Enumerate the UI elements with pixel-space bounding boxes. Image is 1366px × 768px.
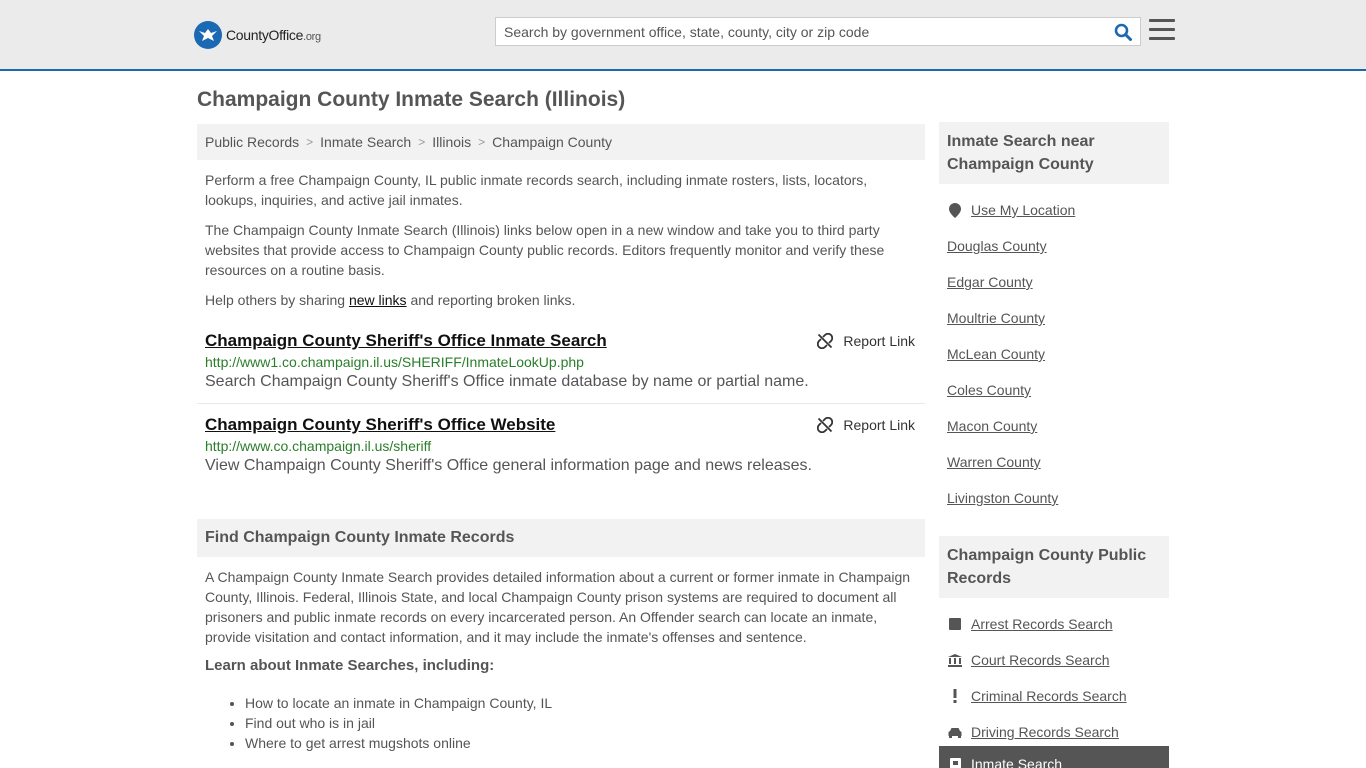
resource-link-description: Search Champaign County Sheriff's Office… bbox=[205, 373, 809, 390]
square-icon bbox=[947, 618, 963, 630]
resource-link-description: View Champaign County Sheriff's Office g… bbox=[205, 457, 812, 474]
sidebar-item-warren-county[interactable]: Warren County bbox=[947, 444, 1161, 480]
courthouse-icon bbox=[947, 653, 963, 667]
sidebar-item-arrest-records[interactable]: Arrest Records Search bbox=[947, 606, 1161, 642]
sidebar-item-coles-county[interactable]: Coles County bbox=[947, 372, 1161, 408]
page-title: Champaign County Inmate Search (Illinois… bbox=[197, 88, 626, 111]
use-location-item[interactable]: Use My Location bbox=[947, 192, 1161, 228]
list-item: Find out who is in jail bbox=[245, 713, 925, 733]
eagle-logo-icon bbox=[194, 21, 222, 49]
breadcrumb-illinois[interactable]: Illinois bbox=[432, 134, 471, 150]
intro-paragraph: Perform a free Champaign County, IL publ… bbox=[205, 172, 868, 208]
sidebar-item-macon-county[interactable]: Macon County bbox=[947, 408, 1161, 444]
sidebar-nearby: Inmate Search near Champaign County Use … bbox=[939, 122, 1169, 516]
hamburger-menu-icon[interactable] bbox=[1149, 19, 1175, 43]
new-links-link[interactable]: new links bbox=[349, 292, 407, 308]
report-link-button[interactable]: Report Link bbox=[817, 417, 915, 433]
sidebar-item-douglas-county[interactable]: Douglas County bbox=[947, 228, 1161, 264]
sidebar-item-edgar-county[interactable]: Edgar County bbox=[947, 264, 1161, 300]
search-button[interactable] bbox=[1106, 18, 1140, 45]
report-link-button[interactable]: Report Link bbox=[817, 333, 915, 349]
breadcrumb-separator: > bbox=[478, 135, 486, 149]
search-input[interactable] bbox=[496, 18, 1106, 45]
breadcrumb-public-records[interactable]: Public Records bbox=[205, 134, 299, 150]
use-location-link[interactable]: Use My Location bbox=[971, 202, 1075, 218]
learn-subheading: Learn about Inmate Searches, including: bbox=[205, 657, 495, 674]
sidebar-heading: Champaign County Public Records bbox=[939, 536, 1169, 598]
find-records-paragraph: A Champaign County Inmate Search provide… bbox=[205, 569, 911, 645]
sidebar-item-moultrie-county[interactable]: Moultrie County bbox=[947, 300, 1161, 336]
car-icon bbox=[947, 727, 963, 738]
sidebar-item-court-records[interactable]: Court Records Search bbox=[947, 642, 1161, 678]
breadcrumb-champaign-county[interactable]: Champaign County bbox=[492, 134, 612, 150]
list-item: Where to get arrest mugshots online bbox=[245, 733, 925, 753]
resource-link-title[interactable]: Champaign County Sheriff's Office Inmate… bbox=[205, 331, 607, 350]
sidebar-heading: Inmate Search near Champaign County bbox=[939, 122, 1169, 184]
learn-list: How to locate an inmate in Champaign Cou… bbox=[197, 693, 925, 753]
sidebar-public-records: Champaign County Public Records Arrest R… bbox=[939, 536, 1169, 768]
map-pin-icon bbox=[947, 202, 963, 218]
inmate-id-icon bbox=[947, 757, 963, 768]
logo-text: CountyOffice.org bbox=[226, 27, 321, 43]
share-paragraph: Help others by sharing new links and rep… bbox=[205, 292, 576, 308]
list-item: How to locate an inmate in Champaign Cou… bbox=[245, 693, 925, 713]
search-bar bbox=[495, 17, 1141, 46]
exclamation-icon bbox=[947, 689, 963, 703]
resource-link-url: http://www.co.champaign.il.us/sheriff bbox=[205, 438, 432, 454]
sidebar-item-livingston-county[interactable]: Livingston County bbox=[947, 480, 1161, 516]
search-icon bbox=[1114, 23, 1132, 41]
broken-link-icon bbox=[817, 417, 834, 433]
breadcrumb: Public Records > Inmate Search > Illinoi… bbox=[197, 124, 925, 160]
breadcrumb-inmate-search[interactable]: Inmate Search bbox=[320, 134, 411, 150]
resource-link-item: Champaign County Sheriff's Office Websit… bbox=[197, 415, 925, 475]
resource-link-title[interactable]: Champaign County Sheriff's Office Websit… bbox=[205, 415, 555, 434]
sidebar-item-criminal-records[interactable]: Criminal Records Search bbox=[947, 678, 1161, 714]
site-header: CountyOffice.org bbox=[0, 0, 1366, 71]
sidebar-item-inmate-search-active[interactable]: Inmate Search bbox=[939, 746, 1169, 768]
breadcrumb-separator: > bbox=[418, 135, 426, 149]
site-logo[interactable]: CountyOffice.org bbox=[194, 21, 321, 49]
nearby-county-list: Use My Location Douglas County Edgar Cou… bbox=[939, 192, 1169, 516]
breadcrumb-separator: > bbox=[306, 135, 314, 149]
disclaimer-paragraph: The Champaign County Inmate Search (Illi… bbox=[205, 222, 885, 278]
section-heading: Find Champaign County Inmate Records bbox=[197, 519, 925, 557]
main-content: Public Records > Inmate Search > Illinoi… bbox=[197, 124, 925, 753]
broken-link-icon bbox=[817, 333, 834, 349]
resource-link-item: Champaign County Sheriff's Office Inmate… bbox=[197, 331, 925, 391]
divider bbox=[197, 403, 925, 404]
resource-link-url: http://www1.co.champaign.il.us/SHERIFF/I… bbox=[205, 354, 584, 370]
public-records-list: Arrest Records Search Court Records Sear… bbox=[939, 606, 1169, 750]
sidebar-item-mclean-county[interactable]: McLean County bbox=[947, 336, 1161, 372]
sidebar-item-driving-records[interactable]: Driving Records Search bbox=[947, 714, 1161, 750]
